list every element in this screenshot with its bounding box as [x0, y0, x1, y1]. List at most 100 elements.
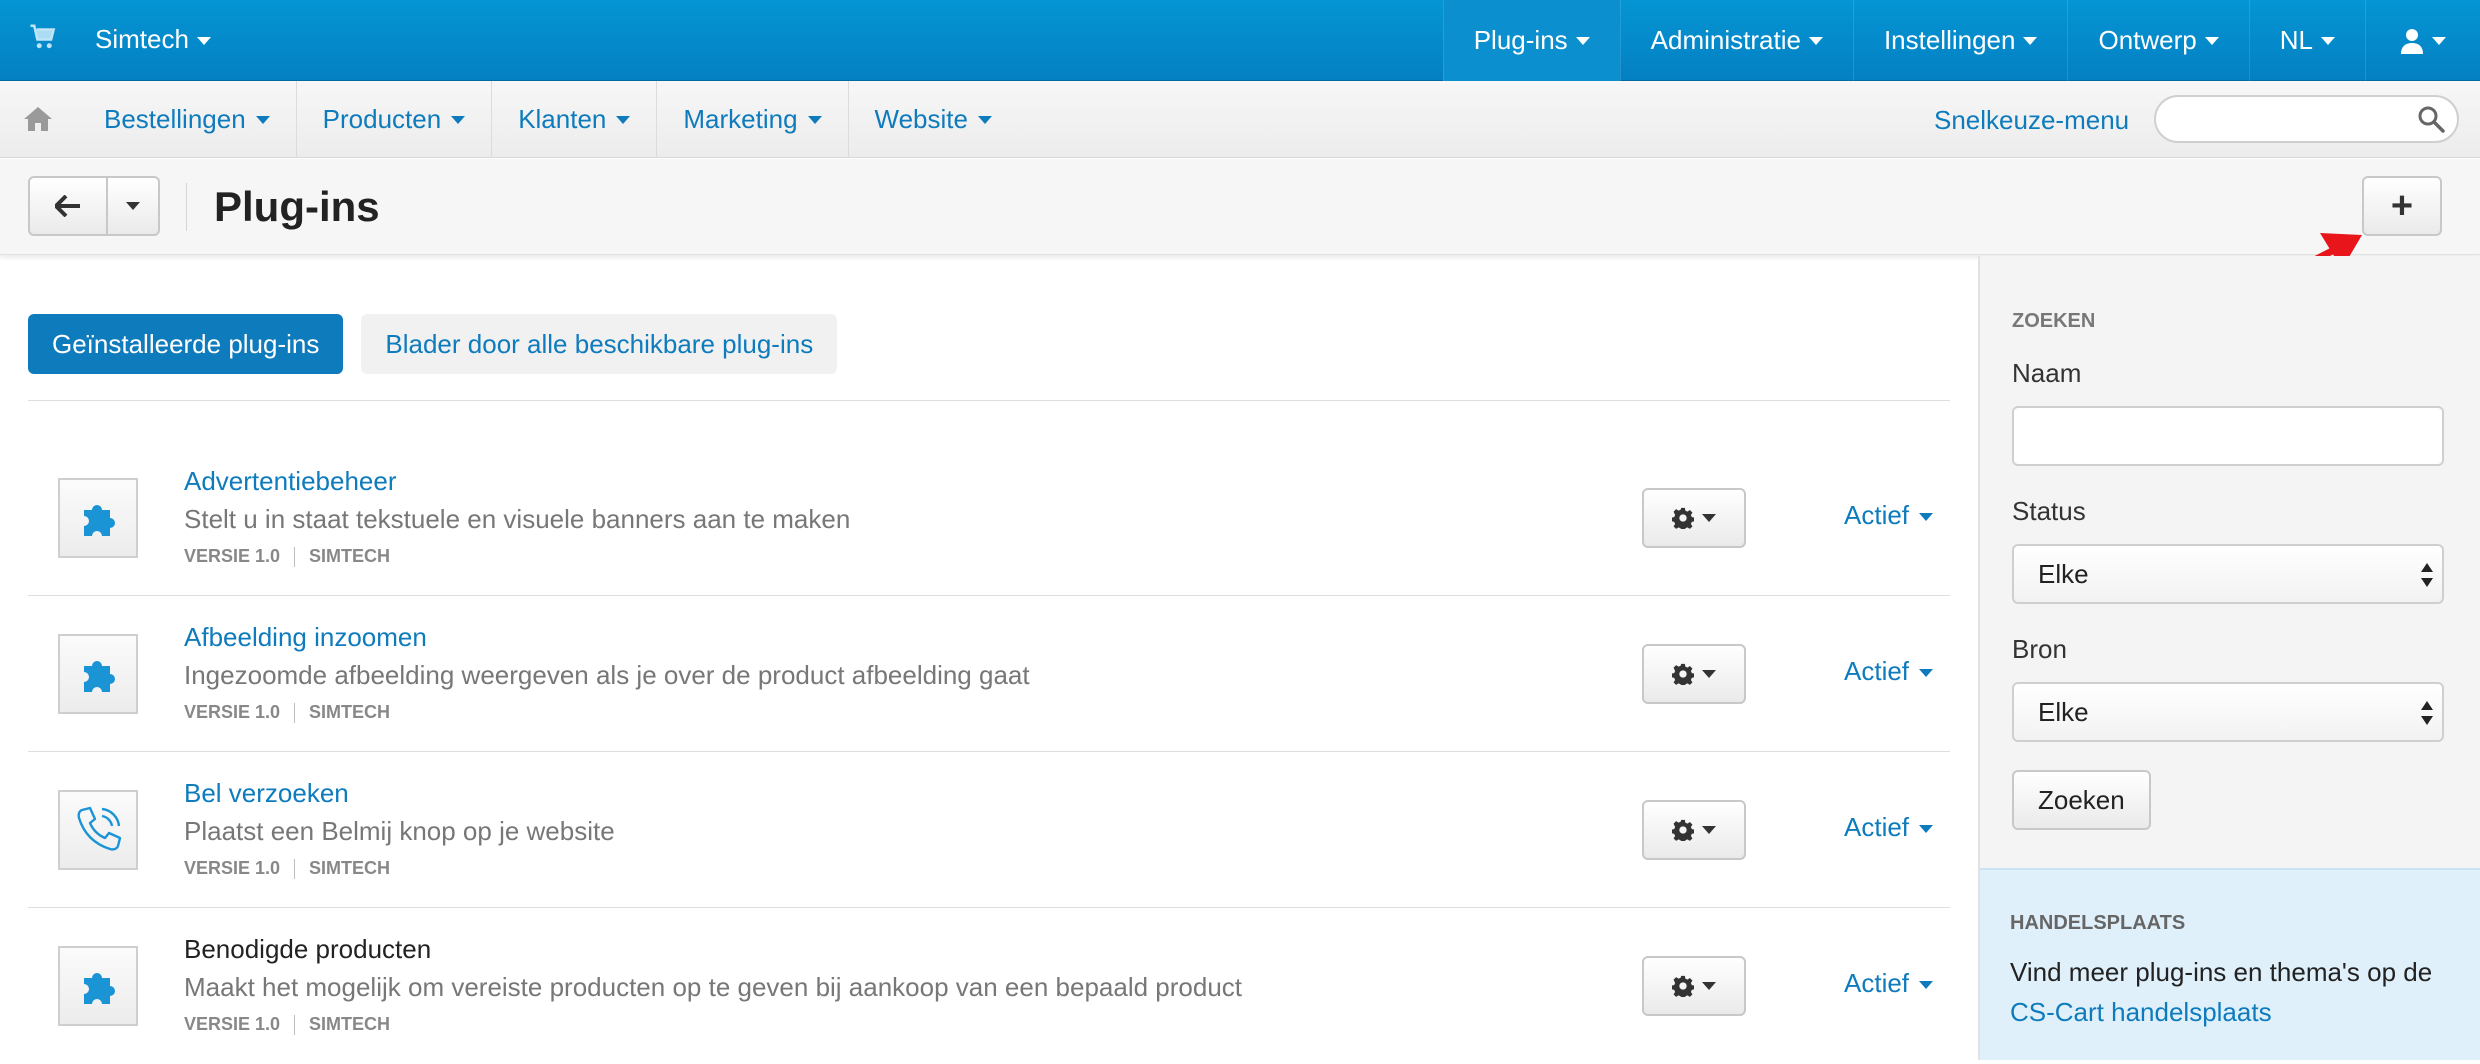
plugin-name-link[interactable]: Bel verzoeken — [184, 778, 349, 809]
plugin-version: VERSIE 1.0 — [184, 546, 281, 566]
sidebar: ZOEKEN Naam Status Elke Bron Elke Zoeken… — [1978, 256, 2480, 1060]
home-icon[interactable] — [22, 105, 54, 133]
phone-icon — [77, 806, 122, 851]
source-select[interactable]: Elke — [2012, 682, 2444, 742]
plugin-vendor: SIMTECH — [309, 702, 391, 722]
status-select[interactable]: Elke — [2012, 544, 2444, 604]
back-button[interactable] — [30, 178, 108, 234]
chevron-down-icon — [126, 202, 140, 210]
chevron-down-icon — [2023, 36, 2038, 45]
top-menu-label: Plug-ins — [1473, 25, 1568, 55]
global-search-input[interactable] — [2154, 95, 2459, 143]
name-field[interactable] — [2012, 406, 2444, 466]
quick-menu-link[interactable]: Snelkeuze-menu — [1934, 105, 2129, 136]
plugin-meta: VERSIE 1.0 SIMTECH — [184, 702, 390, 723]
plugin-description: Ingezoomde afbeelding weergeven als je o… — [184, 660, 1030, 690]
menu-label: Producten — [322, 104, 442, 134]
plugin-meta: VERSIE 1.0 SIMTECH — [184, 546, 390, 567]
menu-producten[interactable]: Producten — [297, 81, 493, 158]
sort-arrows-icon — [2421, 701, 2433, 725]
user-menu[interactable] — [2365, 0, 2480, 81]
plugin-icon-box — [58, 478, 138, 558]
divider — [28, 400, 1950, 401]
plugin-settings-button[interactable] — [1642, 644, 1746, 704]
plugin-row: Bel verzoeken Plaatst een Belmij knop op… — [28, 752, 1950, 908]
plugin-version: VERSIE 1.0 — [184, 858, 281, 878]
tab-browse-plugins[interactable]: Blader door alle beschikbare plug-ins — [361, 314, 838, 374]
status-label: Status — [2012, 496, 2086, 526]
chevron-down-icon — [616, 115, 631, 124]
chevron-down-icon — [977, 115, 992, 124]
plugin-description: Plaatst een Belmij knop op je website — [184, 816, 615, 846]
plugin-status-dropdown[interactable]: Actief — [1844, 500, 1934, 531]
top-menu-label: Administratie — [1650, 25, 1801, 55]
plugin-status-dropdown[interactable]: Actief — [1844, 656, 1934, 687]
plugin-icon-box — [58, 946, 138, 1026]
arrow-left-icon — [55, 195, 80, 217]
divider — [294, 546, 296, 567]
tab-installed-plugins[interactable]: Geïnstalleerde plug-ins — [28, 314, 344, 374]
menu-website[interactable]: Website — [849, 81, 1018, 158]
status-label: Actief — [1844, 500, 1910, 530]
search-icon[interactable] — [2417, 105, 2445, 133]
plugin-description: Maakt het mogelijk om vereiste producten… — [184, 972, 1243, 1002]
top-menu: Plug-ins Administratie Instellingen Ontw… — [1442, 0, 2480, 81]
plugin-icon-box — [58, 634, 138, 714]
user-icon — [2401, 28, 2423, 54]
chevron-down-icon — [1702, 514, 1716, 522]
gear-icon — [1672, 975, 1694, 997]
plugin-row: Benodigde producten Maakt het mogelijk o… — [28, 908, 1950, 1064]
sort-arrows-icon — [2421, 563, 2433, 587]
name-label: Naam — [2012, 358, 2082, 388]
plugin-meta: VERSIE 1.0 SIMTECH — [184, 1014, 390, 1035]
puzzle-icon — [84, 973, 115, 1004]
search-button[interactable]: Zoeken — [2012, 770, 2151, 830]
source-label: Bron — [2012, 634, 2067, 664]
menu-marketing[interactable]: Marketing — [657, 81, 849, 158]
chevron-down-icon — [1808, 36, 1823, 45]
puzzle-icon — [84, 505, 115, 536]
marketplace-heading: HANDELSPLAATS — [2010, 912, 2186, 934]
gear-icon — [1672, 663, 1694, 685]
plugin-settings-button[interactable] — [1642, 488, 1746, 548]
plugin-settings-button[interactable] — [1642, 800, 1746, 860]
top-menu-plugins[interactable]: Plug-ins — [1442, 0, 1620, 81]
plugin-settings-button[interactable] — [1642, 956, 1746, 1016]
store-switcher[interactable]: Simtech — [95, 24, 211, 55]
marketplace-link[interactable]: CS-Cart handelsplaats — [2010, 997, 2272, 1027]
status-select-value: Elke — [2038, 558, 2089, 589]
marketplace-text: Vind meer plug-ins en thema's op de CS-C… — [2010, 952, 2460, 1032]
plugin-status-dropdown[interactable]: Actief — [1844, 968, 1934, 999]
divider — [294, 858, 296, 879]
marketplace-panel: HANDELSPLAATS Vind meer plug-ins en them… — [1980, 868, 2480, 1060]
menu-klanten[interactable]: Klanten — [492, 81, 658, 158]
plugin-status-dropdown[interactable]: Actief — [1844, 812, 1934, 843]
page-title: Plug-ins — [214, 183, 380, 230]
chevron-down-icon — [2204, 36, 2219, 45]
plugin-row: Advertentiebeheer Stelt u in staat tekst… — [28, 440, 1950, 596]
menu-label: Marketing — [683, 104, 798, 134]
plugin-name-link[interactable]: Afbeelding inzoomen — [184, 622, 427, 653]
puzzle-icon — [84, 661, 115, 692]
gear-icon — [1672, 819, 1694, 841]
chevron-down-icon — [451, 115, 466, 124]
top-menu-instellingen[interactable]: Instellingen — [1852, 0, 2068, 81]
plugin-vendor: SIMTECH — [309, 546, 391, 566]
plugin-row: Afbeelding inzoomen Ingezoomde afbeeldin… — [28, 596, 1950, 752]
store-name: Simtech — [95, 24, 189, 54]
plugin-name-link[interactable]: Advertentiebeheer — [184, 466, 396, 497]
top-navbar: Simtech Plug-ins Administratie Instellin… — [0, 0, 2480, 81]
chevron-down-icon — [2321, 36, 2335, 45]
top-menu-administratie[interactable]: Administratie — [1619, 0, 1853, 81]
language-label: NL — [2279, 25, 2313, 55]
shopping-cart-icon[interactable] — [28, 22, 58, 52]
chevron-down-icon — [1919, 669, 1934, 678]
chevron-down-icon — [1702, 826, 1716, 834]
history-dropdown-button[interactable] — [108, 178, 158, 234]
top-menu-label: Ontwerp — [2098, 25, 2197, 55]
chevron-down-icon — [255, 115, 270, 124]
menu-bestellingen[interactable]: Bestellingen — [78, 81, 297, 158]
top-menu-ontwerp[interactable]: Ontwerp — [2067, 0, 2248, 81]
language-menu[interactable]: NL — [2248, 0, 2365, 81]
menu-label: Website — [874, 104, 968, 134]
